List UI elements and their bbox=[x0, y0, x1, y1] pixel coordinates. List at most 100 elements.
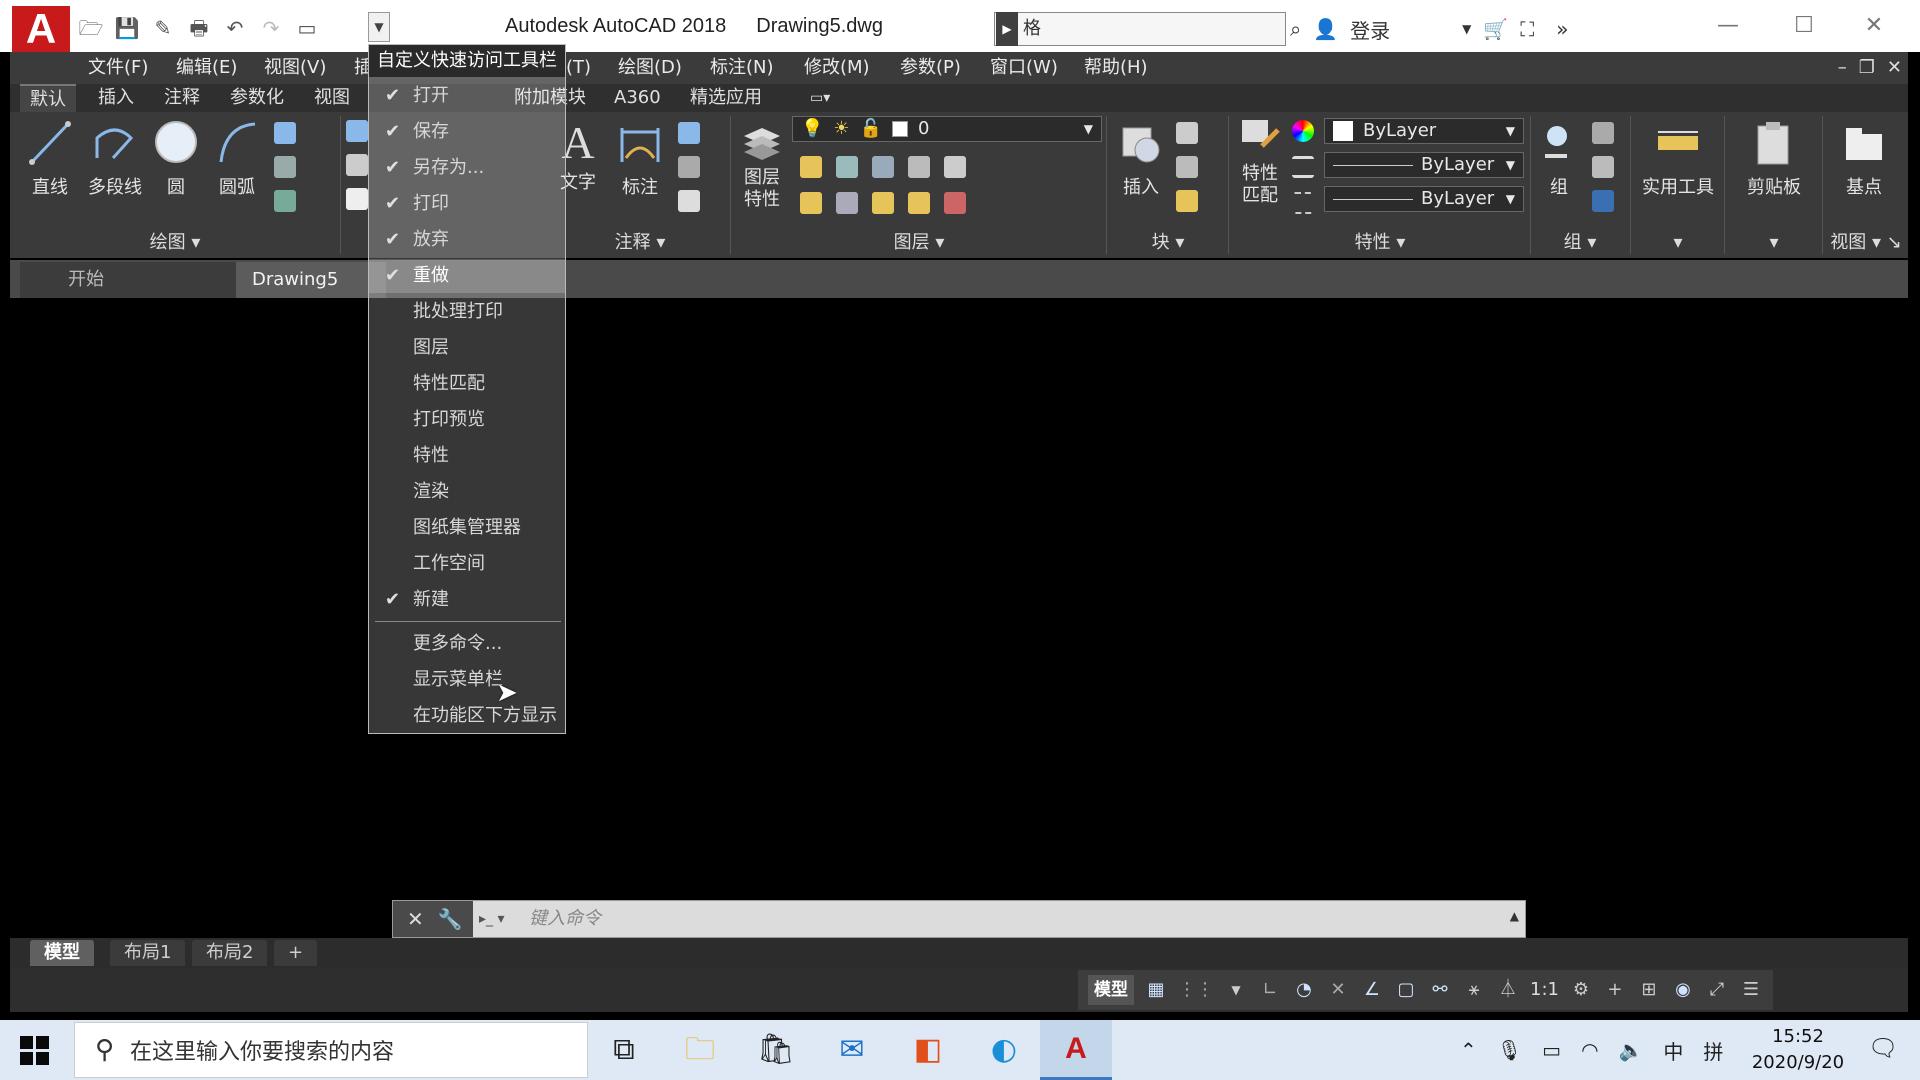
add-layout-button[interactable]: + bbox=[274, 940, 318, 966]
fullscreen-icon[interactable]: ⤢ bbox=[1705, 975, 1729, 1005]
copy-icon[interactable] bbox=[346, 154, 368, 176]
clipboard-tool[interactable]: 剪贴板 bbox=[1728, 118, 1820, 199]
linetype-icon[interactable] bbox=[1292, 192, 1314, 214]
osnap-tracking-icon[interactable]: ∠ bbox=[1360, 975, 1384, 1005]
group-panel-title[interactable]: 组 ▾ bbox=[1534, 230, 1626, 256]
close-button[interactable]: ✕ bbox=[1850, 6, 1898, 46]
qat-more-commands[interactable]: 更多命令... bbox=[369, 627, 565, 661]
file-tab-start[interactable]: 开始 bbox=[20, 262, 240, 298]
table-icon[interactable] bbox=[678, 190, 700, 212]
color-wheel-icon[interactable] bbox=[1292, 120, 1314, 142]
layer-unlock-icon[interactable] bbox=[908, 192, 930, 214]
close-icon[interactable]: ✕ bbox=[407, 907, 424, 931]
edge-icon[interactable]: ◐ bbox=[980, 1028, 1028, 1072]
layer-delete-icon[interactable] bbox=[944, 192, 966, 214]
autoscale-icon[interactable]: ⚹ bbox=[1462, 975, 1486, 1005]
tab-default[interactable]: 默认 bbox=[20, 84, 76, 112]
chevron-up-icon[interactable]: ⌃ bbox=[1460, 1038, 1477, 1062]
basepoint-tool[interactable]: 基点 bbox=[1826, 118, 1902, 199]
linear-dim-icon[interactable] bbox=[678, 122, 700, 144]
ime-language[interactable]: 中 bbox=[1663, 1036, 1683, 1065]
tab-a360[interactable]: A360 bbox=[614, 84, 661, 112]
region-icon[interactable] bbox=[274, 190, 296, 212]
circle-tool[interactable]: 圆 bbox=[150, 118, 202, 199]
properties-panel-title[interactable]: 特性 ▾ bbox=[1232, 230, 1528, 256]
task-view-icon[interactable]: ⧉ bbox=[600, 1028, 648, 1072]
view-panel-title[interactable]: 视图 ▾ ↘ bbox=[1826, 230, 1906, 256]
wifi-icon[interactable]: ◠ bbox=[1581, 1038, 1598, 1062]
search-expand-icon[interactable]: ▶ bbox=[996, 12, 1018, 46]
help-search-input[interactable]: 格 bbox=[994, 12, 1286, 46]
annotation-panel-title[interactable]: 注释 ▾ bbox=[550, 230, 730, 256]
tab-insert[interactable]: 插入 bbox=[98, 84, 134, 112]
layer-off-icon[interactable] bbox=[800, 156, 822, 178]
menu-edit[interactable]: 编辑(E) bbox=[176, 52, 237, 84]
scale-value[interactable]: 1:1 bbox=[1530, 975, 1559, 1005]
layer-properties-tool[interactable]: 图层 特性 bbox=[734, 118, 790, 211]
qat-item-saveas[interactable]: ✔ 另存为... bbox=[369, 151, 565, 185]
annotation-scale-icon[interactable]: ⏃ bbox=[1496, 975, 1520, 1005]
customize-menu-icon[interactable]: ☰ bbox=[1739, 975, 1763, 1005]
create-block-icon[interactable] bbox=[1176, 122, 1198, 144]
qat-item-workspace[interactable]: 工作空间 bbox=[369, 547, 565, 581]
notification-icon[interactable]: 🗨 bbox=[1868, 1034, 1898, 1062]
lineweight-icon[interactable] bbox=[1292, 156, 1314, 178]
login-link[interactable]: 登录 bbox=[1350, 15, 1390, 44]
minimize-button[interactable]: — bbox=[1704, 6, 1752, 46]
qat-item-new[interactable]: ✔ 新建 bbox=[369, 583, 565, 617]
layer-match-icon[interactable] bbox=[944, 156, 966, 178]
qat-item-layer[interactable]: 图层 bbox=[369, 331, 565, 365]
menu-draw[interactable]: 绘图(D) bbox=[618, 52, 682, 84]
overflow-icon[interactable]: » bbox=[1556, 17, 1568, 41]
tab-parametric[interactable]: 参数化 bbox=[230, 84, 284, 112]
qat-show-menubar[interactable]: 显示菜单栏 bbox=[369, 663, 565, 697]
group-edit-icon[interactable] bbox=[1592, 156, 1614, 178]
doc-restore-button[interactable]: ❐ bbox=[1859, 57, 1875, 78]
customize-qat-button[interactable]: ▼ bbox=[368, 12, 390, 42]
menu-view[interactable]: 视图(V) bbox=[264, 52, 326, 84]
insert-block-tool[interactable]: 插入 bbox=[1110, 118, 1172, 199]
tab-view[interactable]: 视图 bbox=[314, 84, 350, 112]
clipboard-dropdown[interactable]: ▾ bbox=[1728, 230, 1820, 256]
taskbar-search-box[interactable]: ⚲ 在这里输入你要搜索的内容 bbox=[74, 1022, 588, 1078]
command-prompt-icon[interactable]: ▸_ ▾ bbox=[479, 907, 515, 931]
store-icon[interactable]: 🛍 bbox=[752, 1028, 800, 1072]
leader-icon[interactable] bbox=[678, 156, 700, 178]
group-tool[interactable]: 组 bbox=[1534, 118, 1584, 199]
binoculars-icon[interactable]: ⌕ bbox=[1290, 17, 1301, 41]
volume-icon[interactable]: 🔈 bbox=[1619, 1038, 1644, 1062]
menu-modify[interactable]: 修改(M) bbox=[804, 52, 870, 84]
doc-minimize-button[interactable]: – bbox=[1838, 57, 1847, 78]
application-menu-button[interactable]: A bbox=[12, 6, 70, 52]
grid-icon[interactable]: ▦ bbox=[1144, 975, 1168, 1005]
drawing-canvas[interactable] bbox=[10, 298, 1908, 938]
layout-tab-layout1[interactable]: 布局1 bbox=[110, 940, 186, 966]
layer-isolate-icon[interactable] bbox=[836, 156, 858, 178]
arc-tool[interactable]: 圆弧 bbox=[206, 118, 268, 199]
a360-icon[interactable]: ⛶ bbox=[1520, 17, 1534, 41]
autocad-taskbar-icon[interactable]: A bbox=[1040, 1020, 1112, 1080]
menu-tools[interactable]: (T) bbox=[566, 52, 591, 84]
print-icon[interactable]: 🖶 bbox=[186, 15, 212, 41]
isolate-objects-icon[interactable]: ◉ bbox=[1671, 975, 1695, 1005]
layer-lock-icon[interactable] bbox=[908, 156, 930, 178]
qat-show-below-ribbon[interactable]: 在功能区下方显示 bbox=[369, 699, 565, 733]
redo-icon[interactable]: ↷ bbox=[258, 15, 284, 41]
qat-item-render[interactable]: 渲染 bbox=[369, 475, 565, 509]
microphone-icon[interactable]: 🎙 bbox=[1497, 1038, 1522, 1062]
lineweight-dropdown[interactable]: ByLayer ▼ bbox=[1324, 186, 1524, 212]
attribute-icon[interactable] bbox=[1176, 190, 1198, 212]
chevron-up-icon[interactable]: ▲ bbox=[1510, 909, 1519, 923]
draw-panel-title[interactable]: 绘图 ▾ bbox=[10, 230, 340, 256]
qat-item-match-props[interactable]: 特性匹配 bbox=[369, 367, 565, 401]
file-explorer-icon[interactable]: 🗀 bbox=[676, 1028, 724, 1072]
block-panel-title[interactable]: 块 ▾ bbox=[1110, 230, 1226, 256]
clock[interactable]: 15:52 2020/9/20 bbox=[1738, 1024, 1858, 1076]
utilities-tool[interactable]: 实用工具 bbox=[1634, 118, 1722, 199]
save-as-icon[interactable]: ✎ bbox=[150, 15, 176, 41]
layout-tab-model[interactable]: 模型 bbox=[30, 940, 94, 966]
stretch-icon[interactable] bbox=[346, 188, 368, 210]
annotation-visibility-icon[interactable]: ⚯ bbox=[1428, 975, 1452, 1005]
polyline-tool[interactable]: 多段线 bbox=[78, 118, 152, 199]
office-icon[interactable]: ◧ bbox=[904, 1028, 952, 1072]
